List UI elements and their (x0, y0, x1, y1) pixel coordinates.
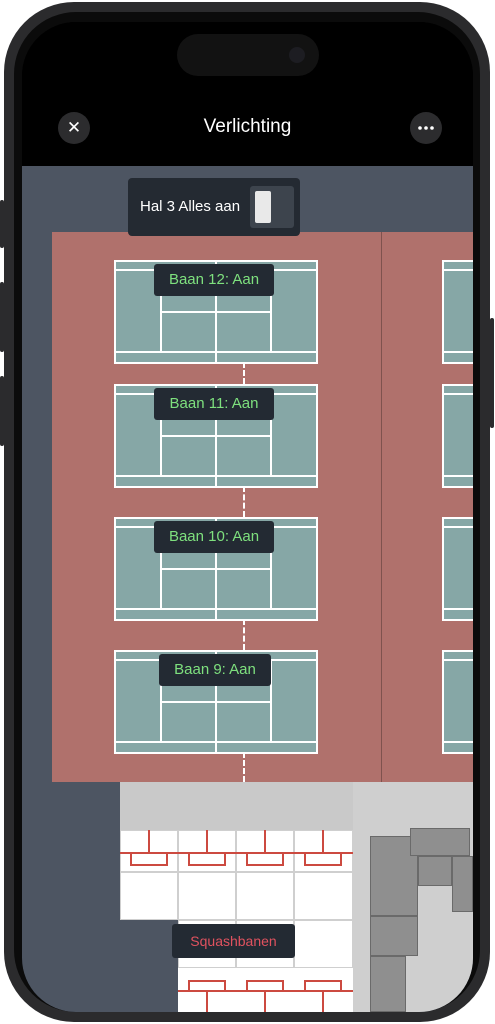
corridor-gap (120, 920, 178, 1012)
court-11-label[interactable]: Baan 11: Aan (154, 388, 274, 420)
court-partial-right[interactable] (442, 384, 473, 488)
navigation-header: ✕ Verlichting (22, 22, 473, 166)
corridor (120, 782, 353, 830)
center-line (243, 752, 245, 782)
hall-3-floor: Baan 12: Aan Baan 11: Aan Baan 10: Aan B… (52, 232, 473, 782)
more-button[interactable] (410, 112, 442, 144)
side-button-left-2 (0, 282, 4, 352)
side-button-left-3 (0, 376, 4, 446)
hall-toggle-panel: Hal 3 Alles aan (128, 178, 300, 236)
court-12-label[interactable]: Baan 12: Aan (154, 264, 274, 296)
side-button-right (490, 318, 494, 428)
squash-courts-label[interactable]: Squashbanen (172, 924, 295, 958)
hall-toggle-label: Hal 3 Alles aan (140, 198, 241, 215)
side-button-left-1 (0, 200, 4, 248)
more-icon (418, 126, 434, 130)
court-partial-right[interactable] (442, 517, 473, 621)
center-line (243, 619, 245, 650)
building-block (452, 856, 473, 912)
toggle-knob (255, 191, 271, 223)
court-9-label[interactable]: Baan 9: Aan (159, 654, 271, 686)
center-line (243, 362, 245, 384)
center-line (243, 486, 245, 517)
building-block (418, 856, 452, 886)
court-10-label[interactable]: Baan 10: Aan (154, 521, 274, 553)
camera-icon (289, 47, 305, 63)
court-partial-right[interactable] (442, 260, 473, 364)
venue-map[interactable]: Baan 12: Aan Baan 11: Aan Baan 10: Aan B… (22, 166, 473, 1012)
app-screen: ✕ Verlichting Baan 12: Aan Baan 11: Aan … (22, 22, 473, 1012)
hall-divider (381, 232, 382, 782)
building-block (410, 828, 470, 856)
page-title: Verlichting (203, 116, 292, 137)
building-block (370, 916, 418, 956)
hall-toggle-switch[interactable] (250, 186, 294, 228)
building-block (370, 956, 406, 1012)
dynamic-island (177, 34, 319, 76)
court-partial-right[interactable] (442, 650, 473, 754)
